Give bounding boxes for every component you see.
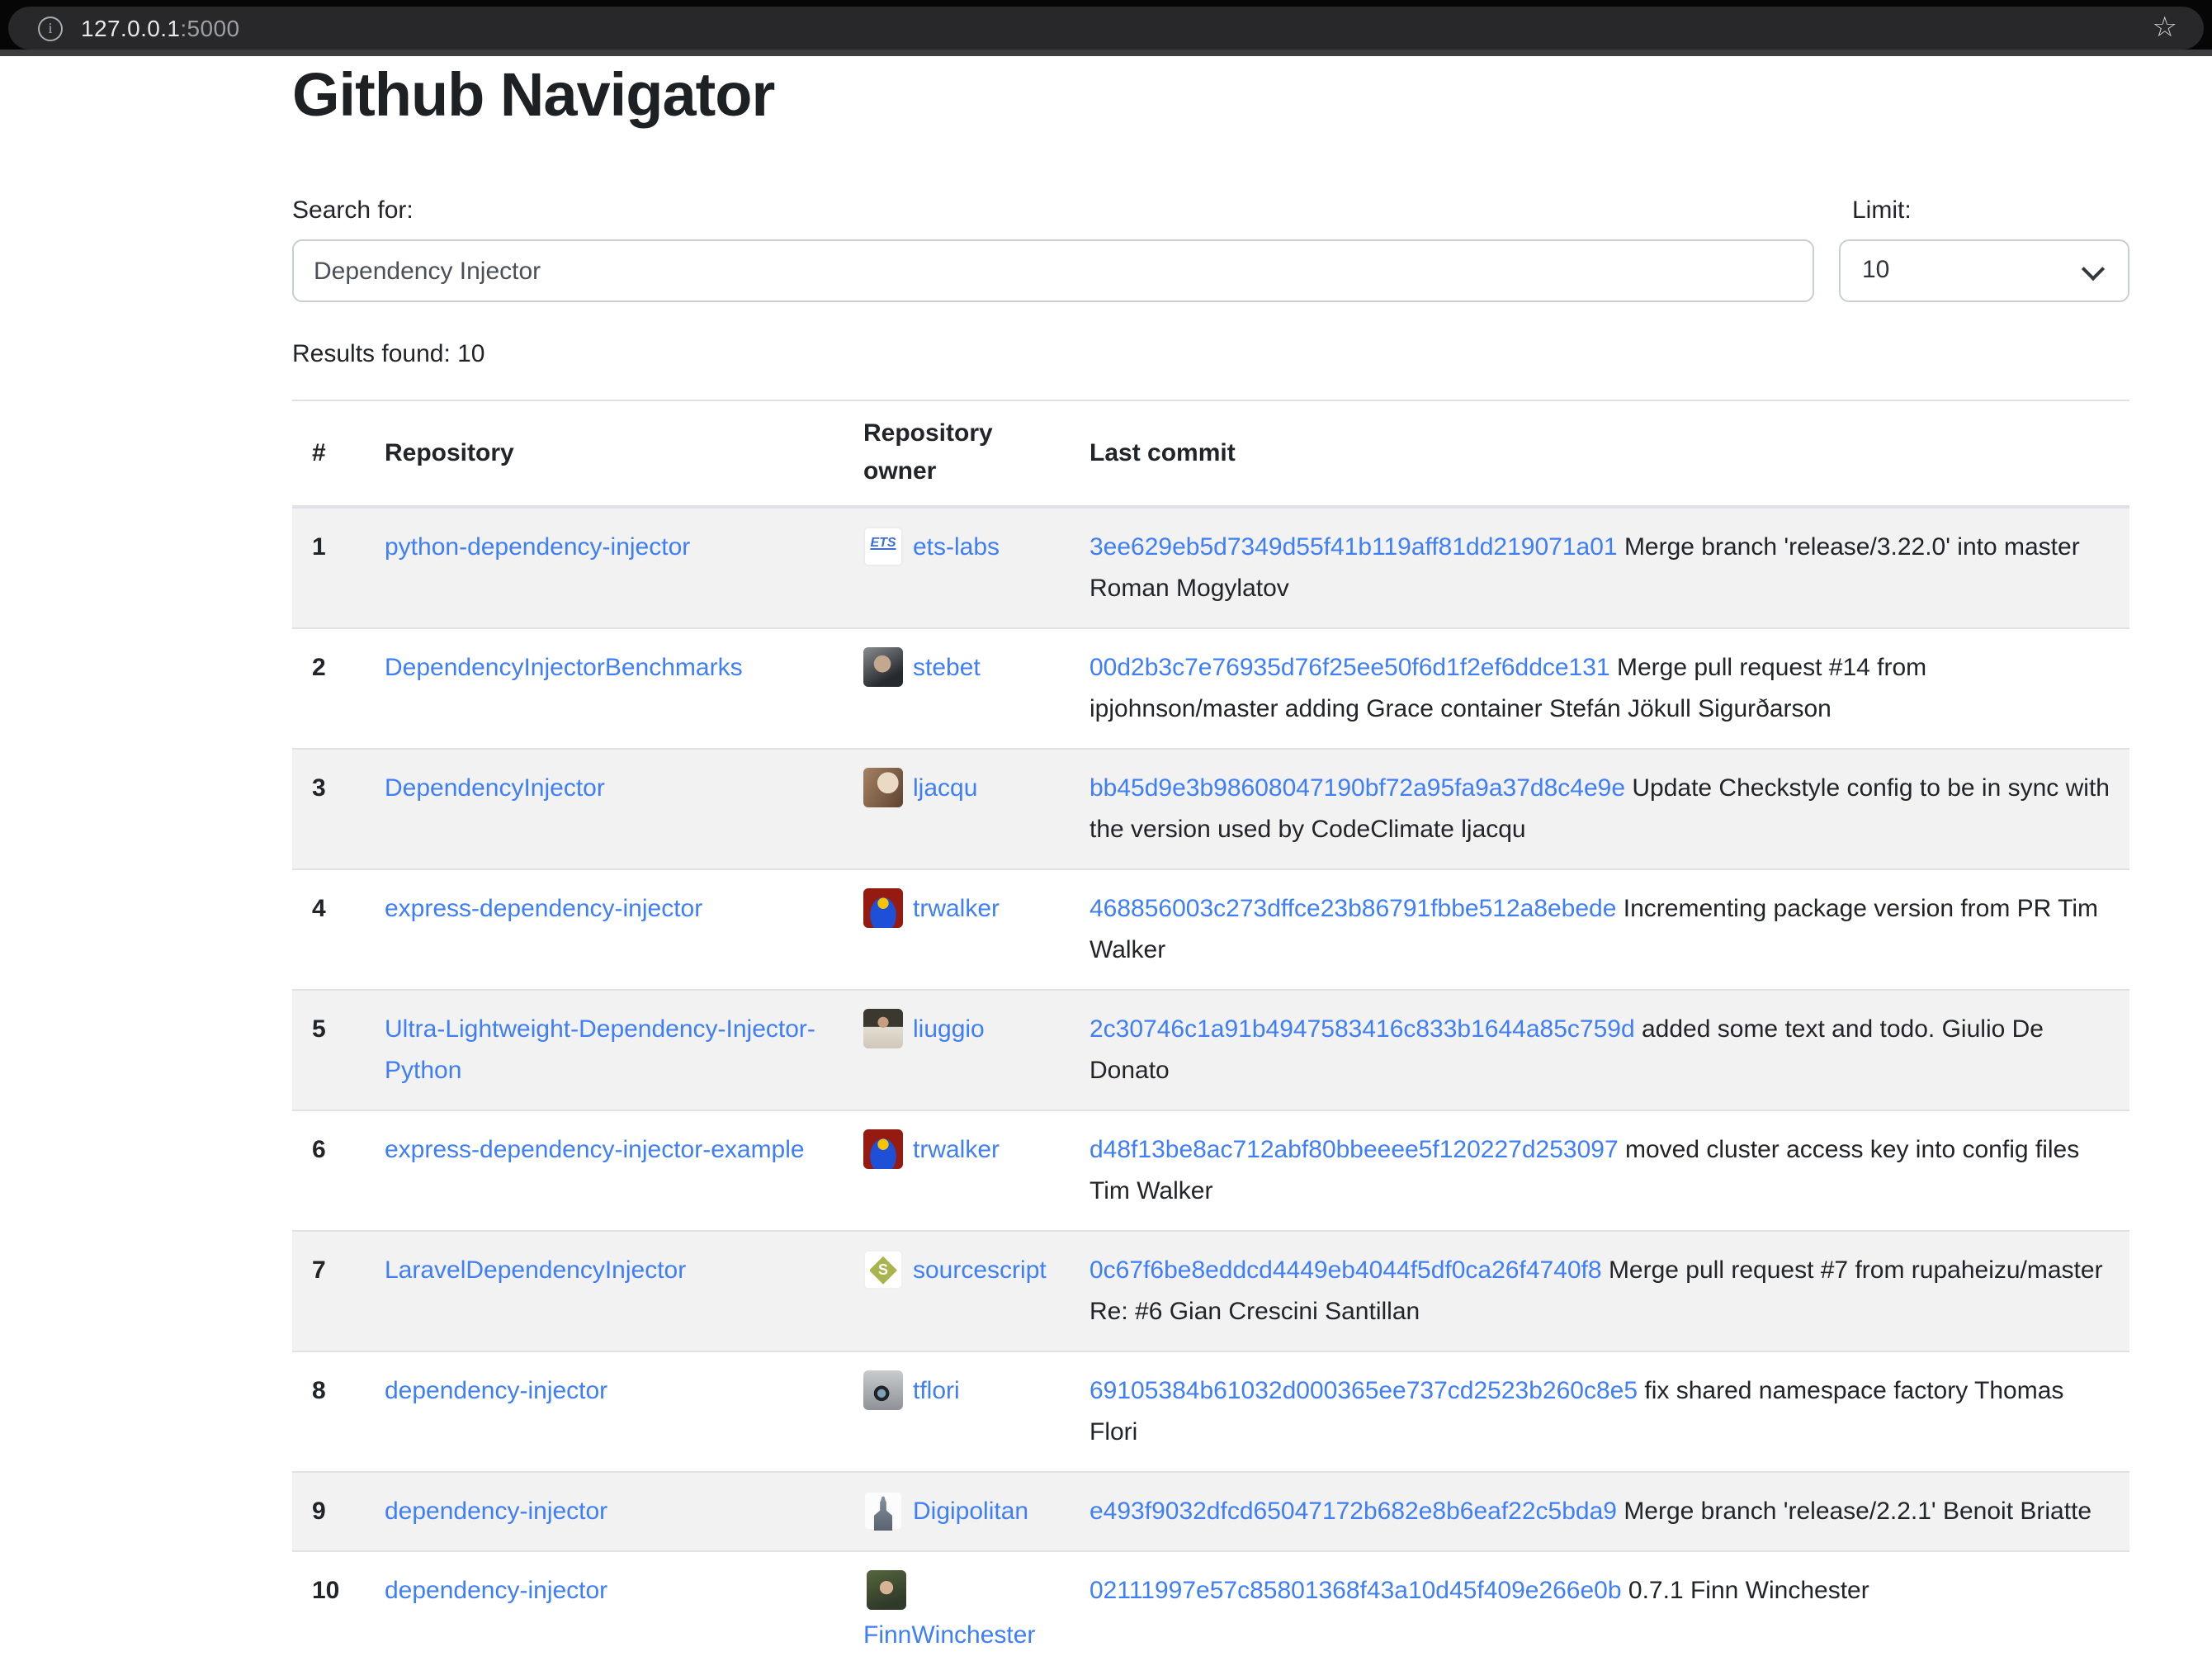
limit-label: Limit: (1852, 192, 2129, 230)
owner-avatar[interactable] (863, 1492, 903, 1531)
repository-link[interactable]: express-dependency-injector (385, 896, 702, 924)
owner-name: ets-labs (913, 534, 1000, 562)
owner-link[interactable]: liuggio (863, 1016, 985, 1044)
table-row: 10 dependency-injector FinnWinchester 02… (292, 1552, 2129, 1661)
owner-avatar[interactable] (863, 1130, 903, 1170)
row-number: 10 (292, 1552, 365, 1661)
commit-hash-link[interactable]: e493f9032dfcd65047172b682e8b6eaf22c5bda9 (1089, 1498, 1617, 1526)
owner-name: FinnWinchester (863, 1622, 1035, 1650)
owner-name: sourcescript (913, 1257, 1047, 1285)
owner-avatar[interactable] (863, 1371, 903, 1411)
owner-link[interactable]: trwalker (863, 896, 1000, 924)
owner-avatar[interactable] (863, 769, 903, 808)
row-number: 7 (292, 1232, 365, 1352)
repository-link[interactable]: dependency-injector (385, 1498, 607, 1526)
owner-name: ljacqu (913, 775, 977, 803)
column-header-owner: Repository owner (844, 401, 1070, 508)
bookmark-star-icon[interactable]: ☆ (2153, 12, 2178, 45)
url-text: 127.0.0.1:5000 (81, 15, 239, 41)
row-number: 1 (292, 508, 365, 629)
row-number: 4 (292, 870, 365, 991)
owner-name: trwalker (913, 896, 1000, 924)
commit-hash-link[interactable]: 3ee629eb5d7349d55f41b119aff81dd219071a01 (1089, 534, 1618, 562)
owner-link[interactable]: ljacqu (863, 775, 977, 803)
repository-link[interactable]: dependency-injector (385, 1378, 607, 1406)
owner-avatar[interactable] (863, 1010, 903, 1049)
owner-avatar[interactable]: ETS (863, 528, 903, 567)
table-header-row: # Repository Repository owner Last commi… (292, 401, 2129, 508)
table-row: 8 dependency-injector tflori 69105384b61… (292, 1352, 2129, 1473)
repository-link[interactable]: Ultra-Lightweight-Dependency-Injector-Py… (385, 1016, 815, 1086)
owner-name: Digipolitan (913, 1498, 1028, 1526)
owner-name: stebet (913, 655, 981, 683)
page-title: Github Navigator (292, 59, 2129, 133)
owner-name: tflori (913, 1378, 960, 1406)
url-host: 127.0.0.1 (81, 15, 180, 41)
table-row: 7 LaravelDependencyInjector Ssourcescrip… (292, 1232, 2129, 1352)
avatar-glyph (863, 1497, 903, 1531)
table-row: 6 express-dependency-injector-example tr… (292, 1111, 2129, 1232)
table-row: 1 python-dependency-injector ETS ets-labs… (292, 508, 2129, 629)
search-form: Search for: Limit: 10 (292, 192, 2129, 303)
results-table: # Repository Repository owner Last commi… (292, 400, 2129, 1661)
table-row: 9 dependency-injector Digipolitan e493f9… (292, 1473, 2129, 1552)
row-number: 3 (292, 750, 365, 870)
owner-link[interactable]: ETS ets-labs (863, 534, 1000, 562)
repository-link[interactable]: DependencyInjectorBenchmarks (385, 655, 743, 683)
browser-window: i 127.0.0.1:5000 ☆ Github Navigator Sear… (0, 0, 2212, 1661)
owner-link[interactable]: FinnWinchester (863, 1571, 1050, 1650)
avatar-glyph: S (869, 1256, 897, 1285)
owner-name: liuggio (913, 1016, 985, 1044)
owner-link[interactable]: Digipolitan (863, 1498, 1028, 1526)
commit-hash-link[interactable]: 00d2b3c7e76935d76f25ee50f6d1f2ef6ddce131 (1089, 655, 1610, 683)
row-number: 2 (292, 629, 365, 750)
commit-hash-link[interactable]: 0c67f6be8eddcd4449eb4044f5df0ca26f4740f8 (1089, 1257, 1602, 1285)
commit-hash-link[interactable]: bb45d9e3b98608047190bf72a95fa9a37d8c4e9e (1089, 775, 1625, 803)
repository-link[interactable]: LaravelDependencyInjector (385, 1257, 686, 1285)
repository-link[interactable]: express-dependency-injector-example (385, 1137, 805, 1165)
owner-link[interactable]: tflori (863, 1378, 960, 1406)
row-number: 5 (292, 991, 365, 1111)
owner-avatar[interactable] (863, 889, 903, 929)
info-icon[interactable]: i (38, 16, 63, 40)
table-row: 5 Ultra-Lightweight-Dependency-Injector-… (292, 991, 2129, 1111)
commit-hash-link[interactable]: 02111997e57c85801368f43a10d45f409e266e0b (1089, 1578, 1622, 1606)
repository-link[interactable]: dependency-injector (385, 1578, 607, 1606)
table-row: 3 DependencyInjector ljacqu bb45d9e3b986… (292, 750, 2129, 870)
search-label: Search for: (292, 192, 1814, 230)
owner-link[interactable]: trwalker (863, 1137, 1000, 1165)
owner-name: trwalker (913, 1137, 1000, 1165)
commit-hash-link[interactable]: 69105384b61032d000365ee737cd2523b260c8e5 (1089, 1378, 1638, 1406)
owner-avatar[interactable] (867, 1571, 906, 1611)
url-bar[interactable]: i 127.0.0.1:5000 ☆ (8, 7, 2204, 50)
commit-hash-link[interactable]: 2c30746c1a91b4947583416c833b1644a85c759d (1089, 1016, 1635, 1044)
commit-message: Merge branch 'release/2.2.1' Benoit Bria… (1624, 1498, 2091, 1526)
table-row: 2 DependencyInjectorBenchmarks stebet 00… (292, 629, 2129, 750)
avatar-glyph: ETS (863, 536, 903, 552)
owner-link[interactable]: stebet (863, 655, 981, 683)
table-row: 4 express-dependency-injector trwalker 4… (292, 870, 2129, 991)
page-content: Github Navigator Search for: Limit: 10 R… (0, 59, 2212, 1661)
chevron-down-icon (2082, 258, 2105, 282)
limit-value: 10 (1862, 257, 1889, 285)
column-header-number: # (292, 401, 365, 508)
commit-message: 0.7.1 Finn Winchester (1628, 1578, 1869, 1606)
column-header-repository: Repository (365, 401, 844, 508)
row-number: 6 (292, 1111, 365, 1232)
browser-chrome: i 127.0.0.1:5000 ☆ (0, 0, 2212, 56)
owner-link[interactable]: Ssourcescript (863, 1257, 1047, 1285)
row-number: 8 (292, 1352, 365, 1473)
repository-link[interactable]: DependencyInjector (385, 775, 605, 803)
search-input[interactable] (292, 240, 1814, 303)
commit-hash-link[interactable]: 468856003c273dffce23b86791fbbe512a8ebede (1089, 896, 1616, 924)
owner-avatar[interactable]: S (863, 1251, 903, 1290)
results-count: Results found: 10 (292, 336, 2129, 374)
commit-hash-link[interactable]: d48f13be8ac712abf80bbeeee5f120227d253097 (1089, 1137, 1619, 1165)
owner-avatar[interactable] (863, 648, 903, 688)
repository-link[interactable]: python-dependency-injector (385, 534, 690, 562)
limit-select[interactable]: 10 (1839, 240, 2129, 303)
row-number: 9 (292, 1473, 365, 1552)
column-header-last-commit: Last commit (1070, 401, 2129, 508)
url-port: :5000 (180, 15, 239, 41)
